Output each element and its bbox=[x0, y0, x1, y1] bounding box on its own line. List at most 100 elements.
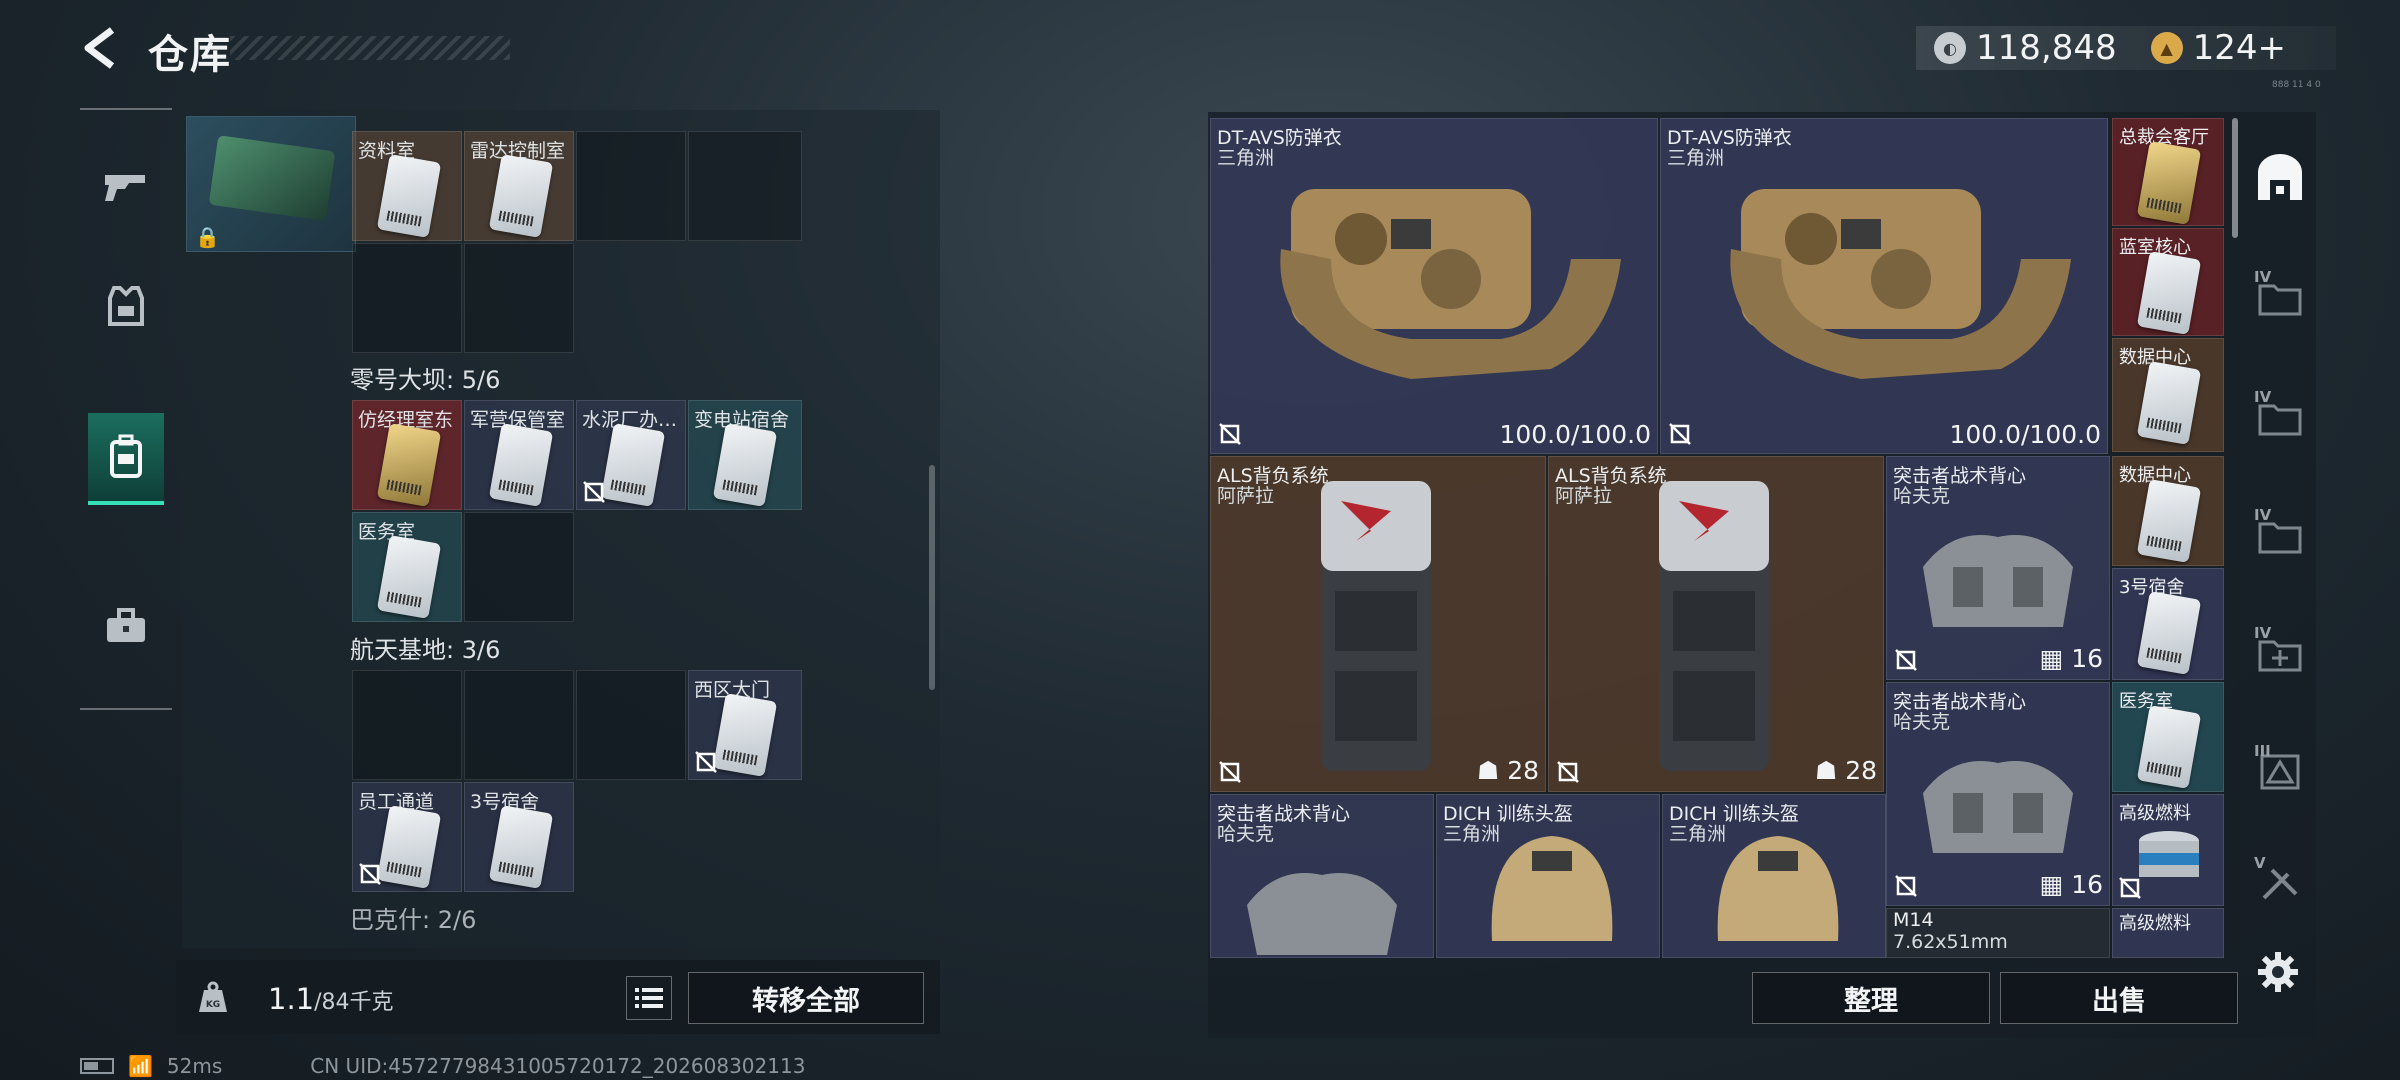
people-icon: ☗ bbox=[1476, 756, 1508, 785]
helmet-image bbox=[1717, 836, 1839, 941]
inventory-item-chest-rig[interactable]: 突击者战术背心 哈夫克 bbox=[1210, 794, 1434, 958]
empty-slot[interactable] bbox=[688, 131, 802, 241]
keycard-icon bbox=[488, 423, 554, 507]
inventory-item-keycard[interactable]: 医务室 bbox=[2112, 682, 2224, 792]
no-drop-icon bbox=[1669, 423, 1691, 445]
grid-icon: ▦ bbox=[2039, 870, 2072, 899]
inventory-item-vest[interactable]: DT-AVS防弹衣 三角洲 100.0/100.0 bbox=[1210, 118, 1658, 454]
inventory-item-chest-rig[interactable]: 突击者战术背心 哈夫克 ▦ 16 bbox=[1886, 682, 2110, 906]
empty-slot[interactable] bbox=[464, 512, 574, 622]
tab-storage-2[interactable]: IV bbox=[2250, 268, 2310, 328]
currency-silver-value: 118,848 bbox=[1976, 28, 2117, 68]
sell-button[interactable]: 出售 bbox=[2000, 972, 2238, 1024]
settings-button[interactable] bbox=[2256, 950, 2300, 994]
body-armor-image bbox=[1730, 189, 2071, 379]
svg-text:KG: KG bbox=[206, 1000, 220, 1010]
tab-storage-add[interactable]: IV bbox=[2250, 624, 2310, 684]
keycard-icon bbox=[376, 805, 442, 889]
inventory-item-keycard[interactable]: 3号宿舍 bbox=[2112, 568, 2224, 680]
category-sidebar bbox=[80, 108, 172, 710]
chest-rig-image bbox=[1923, 761, 2073, 853]
inventory-item-backpack[interactable]: ALS背负系统 阿萨拉 ☗ 28 bbox=[1210, 456, 1546, 792]
currency-gold-value[interactable]: 124+ bbox=[2193, 28, 2286, 68]
inventory-item-keycard[interactable]: 总裁会客厅 bbox=[2112, 118, 2224, 226]
gear-icon bbox=[2258, 952, 2298, 992]
sidebar-item-misc[interactable] bbox=[88, 580, 164, 672]
no-drop-icon bbox=[2119, 877, 2141, 899]
inventory-item-keycard[interactable]: 数据中心 bbox=[2112, 456, 2224, 566]
back-button[interactable] bbox=[70, 20, 130, 76]
tab-storage-6[interactable]: III bbox=[2250, 742, 2310, 802]
keycard-icon bbox=[376, 154, 442, 238]
backpack-image bbox=[1659, 481, 1769, 771]
durability-label: 100.0/100.0 bbox=[1949, 420, 2101, 449]
keycard-slot[interactable]: 变电站宿舍 bbox=[688, 400, 802, 510]
inventory-item-vest[interactable]: DT-AVS防弹衣 三角洲 100.0/100.0 bbox=[1660, 118, 2108, 454]
inventory-item-keycard[interactable]: 蓝室核心 bbox=[2112, 228, 2224, 336]
inventory-item-fuel[interactable]: 高级燃料 bbox=[2112, 794, 2224, 906]
keycard-icon bbox=[2136, 141, 2202, 225]
keycard-slot[interactable]: 员工通道 bbox=[352, 782, 462, 892]
grid-icon: ▦ bbox=[2039, 644, 2072, 673]
weight-max: /84千克 bbox=[314, 990, 394, 1015]
weight-readout: 1.1/84千克 bbox=[268, 982, 394, 1016]
capacity-count: ☗ 28 bbox=[1814, 756, 1877, 785]
keycard-slot[interactable]: 3号宿舍 bbox=[464, 782, 574, 892]
tab-storage-4[interactable]: IV bbox=[2250, 506, 2310, 566]
keycard-slot[interactable]: 西区大门 bbox=[688, 670, 802, 780]
keycard-slot[interactable]: 水泥厂办… bbox=[576, 400, 686, 510]
keycard-icon bbox=[2136, 479, 2202, 563]
inventory-item-rifle[interactable]: M14 7.62x51mm bbox=[1886, 908, 2110, 958]
keycard-slot[interactable]: 雷达控制室 bbox=[464, 131, 574, 241]
no-drop-icon bbox=[1557, 761, 1579, 783]
inventory-item-backpack[interactable]: ALS背负系统 阿萨拉 ☗ 28 bbox=[1548, 456, 1884, 792]
keycard-icon bbox=[2136, 705, 2202, 789]
empty-slot[interactable] bbox=[464, 243, 574, 353]
right-scrollbar[interactable] bbox=[2232, 118, 2238, 238]
section-title-bakhmut: 巴克什: 2/6 bbox=[350, 906, 477, 934]
empty-slot[interactable] bbox=[352, 670, 462, 780]
tab-storage-3[interactable]: IV bbox=[2250, 388, 2310, 448]
sort-button[interactable]: 整理 bbox=[1752, 972, 1990, 1024]
empty-slot[interactable] bbox=[352, 243, 462, 353]
fuel-can-image bbox=[2139, 831, 2199, 877]
gun-icon bbox=[105, 175, 145, 201]
keycard-slot[interactable]: 资料室 bbox=[352, 131, 462, 241]
keycard-case-thumbnail[interactable]: 🔒 bbox=[186, 116, 356, 252]
inventory-item-fuel[interactable]: 高级燃料 bbox=[2112, 908, 2224, 958]
storage-tab-nav: IV IV IV IV III V bbox=[2242, 130, 2322, 930]
inventory-item-chest-rig[interactable]: 突击者战术背心 哈夫克 ▦ 16 bbox=[1886, 456, 2110, 680]
keycard-slot[interactable]: 仿经理室东 bbox=[352, 400, 462, 510]
keycard-icon bbox=[376, 535, 442, 619]
section-title-dam: 零号大坝: 5/6 bbox=[350, 366, 501, 394]
no-drop-icon bbox=[1219, 423, 1241, 445]
no-drop-icon bbox=[695, 751, 717, 773]
transfer-all-button[interactable]: 转移全部 bbox=[688, 972, 924, 1024]
tab-storage-7[interactable]: V bbox=[2250, 854, 2310, 914]
keycard-icon bbox=[2136, 251, 2202, 335]
chevron-left-icon bbox=[84, 27, 115, 69]
list-view-button[interactable] bbox=[626, 976, 672, 1020]
keycard-slot[interactable]: 军营保管室 bbox=[464, 400, 574, 510]
capacity-count: ▦ 16 bbox=[2039, 644, 2103, 673]
empty-slot[interactable] bbox=[576, 670, 686, 780]
inventory-item-helmet[interactable]: DICH 训练头盔 三角洲 bbox=[1436, 794, 1660, 958]
wifi-icon: 📶 bbox=[128, 1054, 153, 1078]
empty-slot[interactable] bbox=[576, 131, 686, 241]
list-icon bbox=[635, 988, 663, 1008]
inventory-item-keycard[interactable]: 数据中心 bbox=[2112, 338, 2224, 452]
sidebar-item-containers[interactable] bbox=[88, 413, 164, 505]
sidebar-item-armor[interactable] bbox=[88, 260, 164, 352]
weight-current: 1.1 bbox=[268, 982, 315, 1016]
lock-icon: 🔒 bbox=[195, 225, 220, 249]
left-scrollbar[interactable] bbox=[929, 465, 935, 690]
tab-main-storage[interactable] bbox=[2250, 148, 2310, 208]
currency-bar: ◐ 118,848 ▲ 124+ bbox=[1916, 26, 2336, 70]
inventory-item-helmet[interactable]: DICH 训练头盔 三角洲 bbox=[1662, 794, 1886, 958]
version-label: 888 11 4 0 bbox=[2272, 80, 2321, 90]
empty-slot[interactable] bbox=[464, 670, 574, 780]
keycard-case-image bbox=[208, 135, 336, 221]
sidebar-item-weapons[interactable] bbox=[88, 140, 164, 232]
keycard-icon bbox=[488, 154, 554, 238]
keycard-slot[interactable]: 医务室 bbox=[352, 512, 462, 622]
